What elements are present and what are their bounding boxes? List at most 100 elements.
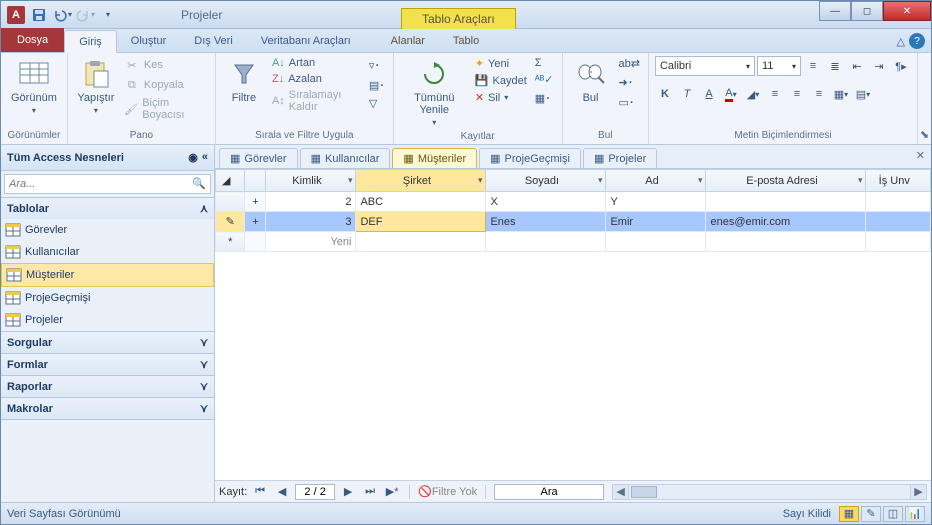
nav-header[interactable]: Tüm Access Nesneleri ◉« <box>1 145 214 171</box>
col-sirket[interactable]: Şirket▾ <box>356 170 486 192</box>
qat-customize-icon[interactable]: ▾ <box>97 4 119 26</box>
nav-item-kullanicilar[interactable]: Kullanıcılar <box>1 241 214 263</box>
redo-icon[interactable]: ▾ <box>74 4 96 26</box>
data-row-selected[interactable]: ✎+ 3 DEF Enes Emir enes@emir.com <box>216 212 931 232</box>
align-right-icon[interactable]: ≡ <box>809 84 829 104</box>
record-position-input[interactable] <box>295 484 335 500</box>
next-record-button[interactable]: ▶ <box>339 484 357 500</box>
nav-collapse-icon[interactable]: « <box>202 151 208 164</box>
view-button[interactable]: Görünüm▾ <box>7 56 61 117</box>
filter-button[interactable]: Filtre <box>222 56 266 106</box>
scroll-left-icon[interactable]: ◀ <box>613 485 629 499</box>
pivot-view-button[interactable]: ◫ <box>883 506 903 522</box>
select-button[interactable]: ▭･ <box>617 93 642 111</box>
nav-search-input[interactable] <box>4 174 211 194</box>
sort-desc-button[interactable]: Z↓Azalan <box>270 72 363 86</box>
nav-item-musteriler[interactable]: Müşteriler <box>1 263 214 287</box>
doc-tab-musteriler[interactable]: ▦Müşteriler <box>392 148 477 168</box>
col-soyadi[interactable]: Soyadı▾ <box>486 170 606 192</box>
tab-table[interactable]: Tablo <box>439 29 493 52</box>
scroll-right-icon[interactable]: ▶ <box>910 485 926 499</box>
clear-sort-button[interactable]: A↕Sıralamayı Kaldır <box>270 88 363 114</box>
new-row[interactable]: * Yeni <box>216 232 931 252</box>
search-icon[interactable]: 🔍 <box>192 177 206 190</box>
altrow-icon[interactable]: ▤▾ <box>853 84 873 104</box>
paste-button[interactable]: Yapıştır▾ <box>74 56 118 117</box>
toggle-filter-button[interactable]: ▽ <box>367 96 387 111</box>
col-eposta[interactable]: E-posta Adresi▾ <box>706 170 866 192</box>
help-icon[interactable]: ? <box>909 33 925 49</box>
expand-row-icon[interactable]: + <box>245 212 266 232</box>
underline-icon[interactable]: A <box>699 84 719 104</box>
tab-create[interactable]: Oluştur <box>117 29 180 52</box>
app-icon[interactable]: A <box>5 4 27 26</box>
col-kimlik[interactable]: Kimlik▾ <box>266 170 356 192</box>
undo-icon[interactable]: ▾ <box>51 4 73 26</box>
scroll-thumb[interactable] <box>631 486 657 498</box>
more-records-button[interactable]: ▦･ <box>533 89 556 107</box>
selection-filter-button[interactable]: ▿･ <box>367 56 387 74</box>
delete-record-button[interactable]: ✕Sil▾ <box>473 90 529 105</box>
tab-home[interactable]: Giriş <box>64 30 117 53</box>
find-button[interactable]: Bul <box>569 56 613 106</box>
save-record-button[interactable]: 💾Kaydet <box>473 73 529 88</box>
sort-asc-button[interactable]: A↓Artan <box>270 56 363 70</box>
doc-tab-kullanicilar[interactable]: ▦Kullanıcılar <box>300 148 391 168</box>
data-row[interactable]: + 2 ABC X Y <box>216 192 931 212</box>
maximize-button[interactable]: ◻ <box>851 1 883 21</box>
tab-dbtools[interactable]: Veritabanı Araçları <box>247 29 365 52</box>
fill-color-icon[interactable]: ◢▾ <box>743 84 763 104</box>
file-tab[interactable]: Dosya <box>1 28 64 52</box>
nav-item-projeler[interactable]: Projeler <box>1 309 214 331</box>
spelling-button[interactable]: ᴬᴮ✓ <box>533 72 556 87</box>
select-all-cell[interactable]: ◢ <box>216 170 245 192</box>
col-extra[interactable]: İş Unv <box>866 170 931 192</box>
horizontal-scrollbar[interactable]: ◀ ▶ <box>612 484 927 500</box>
format-painter-button[interactable]: 🖌Biçim Boyacısı <box>122 96 209 122</box>
text-dir-icon[interactable]: ¶▸ <box>891 56 911 76</box>
nav-group-tables-head[interactable]: Tablolar⋏ <box>1 198 214 219</box>
doc-tab-projegecmisi[interactable]: ▦ProjeGeçmişi <box>479 148 581 168</box>
replace-button[interactable]: ab⇄ <box>617 56 642 71</box>
expand-row-icon[interactable]: + <box>245 192 266 212</box>
record-search-input[interactable] <box>494 484 604 500</box>
nav-item-projegecmisi[interactable]: ProjeGeçmişi <box>1 287 214 309</box>
goto-button[interactable]: ➜･ <box>617 73 642 91</box>
cut-button[interactable]: ✂Kes <box>122 56 209 74</box>
new-record-button[interactable]: ✦Yeni <box>473 56 529 71</box>
minimize-button[interactable]: — <box>819 1 851 21</box>
numbering-icon[interactable]: ≣ <box>825 56 845 76</box>
doc-close-icon[interactable]: ✕ <box>916 149 925 162</box>
totals-button[interactable]: Σ <box>533 56 556 70</box>
first-record-button[interactable]: ⏮ <box>251 484 269 500</box>
gridlines-icon[interactable]: ▦▾ <box>831 84 851 104</box>
align-left-icon[interactable]: ≡ <box>765 84 785 104</box>
tab-fields[interactable]: Alanlar <box>377 29 439 52</box>
bold-icon[interactable]: K <box>655 84 675 104</box>
font-color-icon[interactable]: A▾ <box>721 84 741 104</box>
last-record-button[interactable]: ⏭ <box>361 484 379 500</box>
col-ad[interactable]: Ad▾ <box>606 170 706 192</box>
advanced-filter-button[interactable]: ▤･ <box>367 76 387 94</box>
datasheet-view-button[interactable]: ▦ <box>839 506 859 522</box>
chart-view-button[interactable]: 📊 <box>905 506 925 522</box>
new-record-nav-button[interactable]: ▶* <box>383 484 401 500</box>
close-button[interactable]: ✕ <box>883 1 931 21</box>
align-center-icon[interactable]: ≡ <box>787 84 807 104</box>
nav-item-gorevler[interactable]: Görevler <box>1 219 214 241</box>
copy-button[interactable]: ⧉Kopyala <box>122 76 209 94</box>
bullets-icon[interactable]: ≡ <box>803 56 823 76</box>
italic-icon[interactable]: T <box>677 84 697 104</box>
prev-record-button[interactable]: ◀ <box>273 484 291 500</box>
save-icon[interactable] <box>28 4 50 26</box>
tab-external[interactable]: Dış Veri <box>180 29 247 52</box>
font-select[interactable]: Calibri▾ <box>655 56 755 76</box>
nav-menu-icon[interactable]: ◉ <box>188 151 198 164</box>
editing-cell[interactable]: DEF <box>356 212 486 232</box>
indent-inc-icon[interactable]: ⇥ <box>869 56 889 76</box>
doc-tab-gorevler[interactable]: ▦Görevler <box>219 148 298 168</box>
indent-dec-icon[interactable]: ⇤ <box>847 56 867 76</box>
design-view-button[interactable]: ✎ <box>861 506 881 522</box>
ribbon-dialog-launcher-icon[interactable]: ⬊ <box>918 53 931 144</box>
size-select[interactable]: 11▾ <box>757 56 801 76</box>
